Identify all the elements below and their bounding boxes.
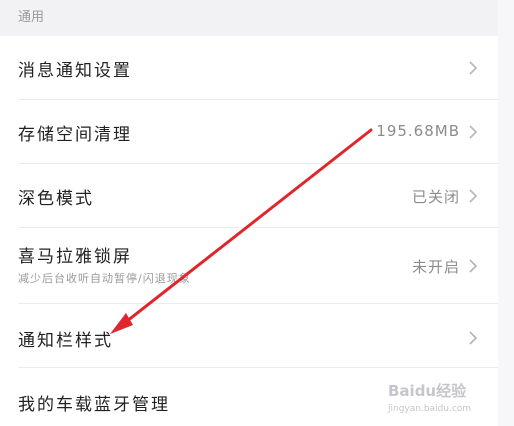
- settings-row-sublabel: 减少后台收听自动暂停/闪退现象: [18, 272, 191, 285]
- lockscreen-status: 未开启: [411, 258, 460, 276]
- settings-row-label: 存储空间清理: [18, 125, 132, 145]
- settings-row-label: 消息通知设置: [18, 61, 132, 81]
- scroll-edge: [498, 0, 514, 426]
- chevron-right-icon: [469, 189, 478, 203]
- settings-row-storage[interactable]: 存储空间清理 195.68MB: [0, 100, 498, 164]
- settings-row-notification-style[interactable]: 通知栏样式: [0, 304, 498, 368]
- chevron-right-icon: [469, 259, 478, 273]
- settings-row-label: 通知栏样式: [18, 331, 113, 351]
- chevron-right-icon: [469, 61, 478, 75]
- chevron-right-icon: [469, 125, 478, 139]
- chevron-right-icon: [469, 331, 478, 345]
- settings-row-notifications[interactable]: 消息通知设置: [0, 36, 498, 100]
- watermark-url: jingyan.baidu.com: [388, 404, 472, 414]
- dark-mode-status: 已关闭: [411, 188, 460, 206]
- settings-row-label: 喜马拉雅锁屏: [18, 247, 132, 267]
- storage-size-value: 195.68MB: [376, 122, 460, 140]
- settings-row-dark-mode[interactable]: 深色模式 已关闭: [0, 164, 498, 228]
- settings-row-lockscreen[interactable]: 喜马拉雅锁屏 减少后台收听自动暂停/闪退现象 未开启: [0, 228, 498, 304]
- settings-list: 消息通知设置 存储空间清理 195.68MB 深色模式 已关闭 喜马拉雅锁屏 减…: [0, 36, 498, 426]
- settings-row-label: 我的车载蓝牙管理: [18, 395, 170, 415]
- section-title: 通用: [18, 10, 45, 25]
- watermark-brand: Baidu经验: [388, 382, 467, 400]
- section-header: 通用: [0, 0, 498, 36]
- settings-row-label: 深色模式: [18, 189, 94, 209]
- baidu-watermark: Baidu经验 jingyan.baidu.com: [386, 380, 486, 420]
